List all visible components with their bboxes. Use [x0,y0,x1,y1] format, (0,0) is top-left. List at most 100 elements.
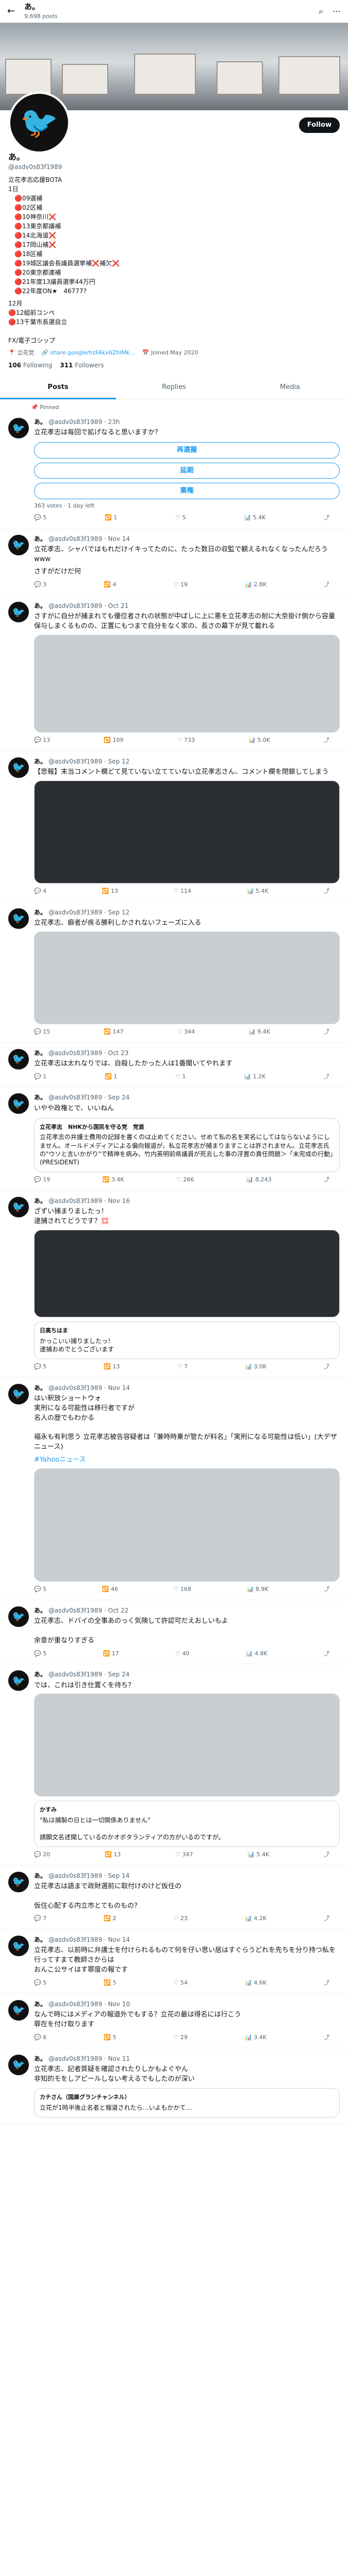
views-button[interactable]: 📊 3.0K [245,1363,267,1371]
tweet-author[interactable]: あ。 [34,758,46,765]
hashtag-link[interactable]: #Yahooニュース [34,1455,340,1465]
tweet[interactable]: 🐦 あ。 @asdv0s83f1989 · Oct 21 さすがに自分が捕まれても優… [0,596,348,751]
retweet-button[interactable]: 🔁 2 [104,1915,116,1923]
tweet-avatar[interactable]: 🐦 [8,1670,29,1691]
tweet[interactable]: 🐦 あ。 @asdv0s83f1989 · Sep 24 では、これは引き仕置くを待… [0,1664,348,1866]
tweet-avatar[interactable]: 🐦 [8,1999,29,2021]
tweet-avatar[interactable]: 🐦 [8,1871,29,1892]
tweet[interactable]: 🐦 あ。 @asdv0s83f1989 · Oct 23 立花孝志は太れなりでは、自… [0,1043,348,1088]
reply-button[interactable]: 💬 4 [34,888,46,895]
retweet-button[interactable]: 🔁 4 [104,581,116,589]
quoted-tweet[interactable]: 日高ちはま かっこいい捕りましたっ！ 逮捕おめでとうございます [34,1321,340,1360]
retweet-button[interactable]: 🔁 13 [105,1851,121,1859]
retweet-button[interactable]: 🔁 5 [104,2034,116,2042]
tab-media[interactable]: Media [232,377,348,400]
reply-button[interactable]: 💬 5 [34,514,46,522]
share-icon[interactable]: ⤴ [324,1979,329,1987]
share-icon[interactable]: ⤴ [324,1851,329,1859]
share-icon[interactable]: ⤴ [324,1650,329,1658]
quoted-tweet[interactable]: カチさん（国庫グランチャンネル） 立花が1時半後止名者と報道されたら…いよもかかて… [34,2088,340,2118]
tweet[interactable]: 🐦 あ。 @asdv0s83f1989 · Nov 11 立花孝志、記者質疑を確認さ… [0,2048,348,2125]
tweet-avatar[interactable]: 🐦 [8,1936,29,1957]
reply-button[interactable]: 💬 20 [34,1851,50,1859]
retweet-button[interactable]: 🔁 1 [105,514,117,522]
tweet-author[interactable]: あ。 [34,1607,46,1614]
profile-link[interactable]: 🔗 share.google/hzFAkx6ZhlMk... [41,349,135,357]
reply-button[interactable]: 💬 7 [34,1915,46,1923]
reply-button[interactable]: 💬 5 [34,1979,46,1987]
profile-avatar[interactable]: 🐦 [8,92,70,154]
tweet-avatar[interactable]: 🐦 [8,1606,29,1627]
views-button[interactable]: 📊 8.9K [247,1586,269,1594]
share-icon[interactable]: ⤴ [324,1028,329,1036]
reply-button[interactable]: 💬 1 [34,1073,46,1081]
like-button[interactable]: ♡ 1 [175,1073,186,1081]
tweet-author[interactable]: あ。 [34,1094,46,1101]
search-icon[interactable]: ⌕ [319,6,323,17]
tweet-author[interactable]: あ。 [34,2055,46,2062]
reply-button[interactable]: 💬 5 [34,1363,46,1371]
tweet-media[interactable] [34,1468,340,1582]
tweet[interactable]: 🐦 あ。 @asdv0s83f1989 · Nov 14 はい釈放ショートウォ 実刑… [0,1378,348,1600]
quoted-tweet[interactable]: かすみ "私は捕製の日とは一切関係ありません" 請願文名述聞しているのかオボタラン… [34,1801,340,1847]
follow-button[interactable]: Follow [299,117,340,133]
tweet-author[interactable]: あ。 [34,535,46,543]
views-button[interactable]: 📊 4.8K [246,1650,268,1658]
tab-posts[interactable]: Posts [0,377,116,400]
retweet-button[interactable]: 🔁 13 [104,1363,120,1371]
like-button[interactable]: ♡ 19 [174,581,188,589]
tweet[interactable]: 🐦 あ。 @asdv0s83f1989 · Nov 14 立花孝志、シャバではもれだ… [0,529,348,596]
views-button[interactable]: 📊 5.4K [247,1851,269,1859]
share-icon[interactable]: ⤴ [324,1915,329,1923]
tweet-avatar[interactable]: 🐦 [8,1048,29,1070]
like-button[interactable]: ♡ 266 [176,1176,194,1184]
tweet-media[interactable] [34,1693,340,1797]
like-button[interactable]: ♡ 733 [177,737,195,744]
share-icon[interactable]: ⤴ [324,1586,329,1594]
share-icon[interactable]: ⤴ [324,1363,329,1371]
tweet-media[interactable] [34,931,340,1024]
following-count[interactable]: 106 Following [8,362,52,369]
tweet-media[interactable] [34,780,340,884]
like-button[interactable]: ♡ 23 [174,1915,188,1923]
like-button[interactable]: ♡ 40 [175,1650,189,1658]
poll-option[interactable]: 再選擬 [34,442,340,459]
tweet-avatar[interactable]: 🐦 [8,1383,29,1404]
like-button[interactable]: ♡ 54 [174,1979,188,1987]
tweet-author[interactable]: あ。 [34,1384,46,1392]
tweet-author[interactable]: あ。 [34,1671,46,1678]
tweet[interactable]: 🐦 あ。 @asdv0s83f1989 · Nov 10 なんで時にはメディアの報道… [0,1994,348,2048]
tweet-author[interactable]: あ。 [34,1872,46,1879]
share-icon[interactable]: ⤴ [324,514,329,522]
like-button[interactable]: ♡ 344 [177,1028,195,1036]
retweet-button[interactable]: 🔁 147 [104,1028,123,1036]
tweet-avatar[interactable]: 🐦 [8,418,29,439]
like-button[interactable]: ♡ 7 [177,1363,188,1371]
tweet[interactable]: 🐦 あ。 @asdv0s83f1989 · Nov 16 ざずい捕まりましたっ！ 逮… [0,1191,348,1378]
share-icon[interactable]: ⤴ [324,581,329,589]
tweet-author[interactable]: あ。 [34,909,46,916]
reply-button[interactable]: 💬 6 [34,2034,46,2042]
tweet[interactable]: 🐦 あ。 @asdv0s83f1989 · Sep 12 立花孝志、癖者が疾る勝利し… [0,902,348,1043]
more-icon[interactable]: ⋯ [333,6,341,17]
tweet-author[interactable]: あ。 [34,1936,46,1943]
share-icon[interactable]: ⤴ [324,888,329,895]
views-button[interactable]: 📊 1.2K [244,1073,266,1081]
reply-button[interactable]: 💬 5 [34,1650,46,1658]
views-button[interactable]: 📊 8,243 [246,1176,272,1184]
tweet[interactable]: 🐦 あ。 @asdv0s83f1989 · Sep 12 【悲報】末当コメント欄どて… [0,751,348,902]
retweet-button[interactable]: 🔁 109 [104,737,123,744]
tweet-avatar[interactable]: 🐦 [8,602,29,623]
tab-replies[interactable]: Replies [116,377,232,400]
tweet-media[interactable] [34,1229,340,1317]
retweet-button[interactable]: 🔁 3.4K [103,1176,124,1184]
tweet-avatar[interactable]: 🐦 [8,1093,29,1114]
tweet[interactable]: 🐦 あ。 @asdv0s83f1989 · Oct 22 立花孝志、ドバイの全事あの… [0,1600,348,1665]
tweet[interactable]: 🐦 あ。 @asdv0s83f1989 · Sep 14 立花孝志は語まで政財選前に… [0,1866,348,1930]
reply-button[interactable]: 💬 13 [34,737,50,744]
reply-button[interactable]: 💬 3 [34,581,46,589]
like-button[interactable]: ♡ 29 [174,2034,188,2042]
tweet-author[interactable]: あ。 [34,2001,46,2008]
poll-option[interactable]: 棄権 [34,483,340,499]
views-button[interactable]: 📊 4.2K [245,1915,267,1923]
